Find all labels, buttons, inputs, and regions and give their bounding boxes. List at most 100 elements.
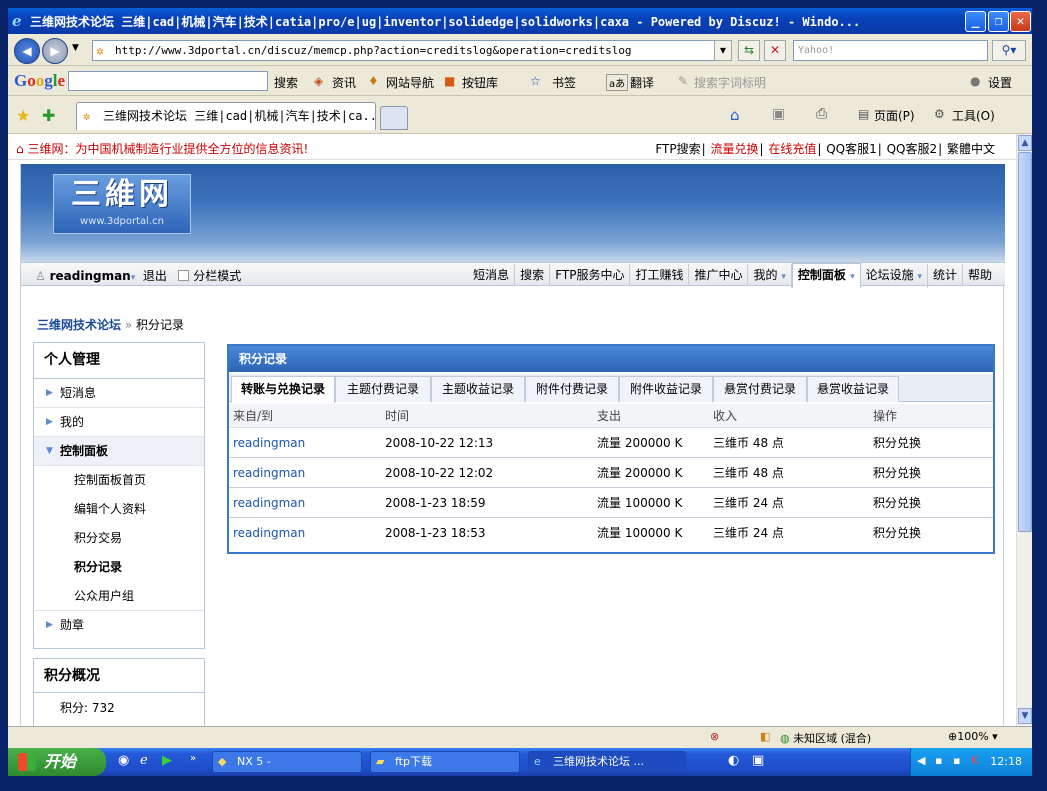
- menu-earn-money[interactable]: 打工赚钱: [630, 264, 690, 286]
- sidebar-sub-public-groups[interactable]: 公众用户组: [34, 582, 204, 611]
- site-banner: 三維网 www.3dportal.cn: [21, 164, 1005, 262]
- google-search-button[interactable]: 搜索: [274, 74, 298, 91]
- traffic-exchange-link[interactable]: 流量兑换: [710, 142, 758, 156]
- row-user-link[interactable]: readingman: [233, 458, 305, 488]
- add-favorites-icon[interactable]: ✚: [42, 106, 55, 125]
- online-recharge-link[interactable]: 在线充值: [768, 142, 816, 156]
- menu-stats[interactable]: 统计: [928, 264, 963, 286]
- row-op: 积分兑换: [873, 436, 922, 450]
- button-gallery-button[interactable]: 按钮库: [462, 74, 498, 91]
- tab-topic-income[interactable]: 主题收益记录: [431, 376, 525, 402]
- qq-service1-link[interactable]: QQ客服1: [826, 142, 877, 156]
- sidebar-sub-home[interactable]: 控制面板首页: [34, 466, 204, 495]
- news-button[interactable]: 资讯: [332, 74, 356, 91]
- new-tab-button[interactable]: [380, 106, 408, 130]
- site-top-bar: ⌂ 三维网：为中国机械制造行业提供全方位的信息资讯! FTP搜索| 流量兑换| …: [8, 134, 1016, 160]
- menu-control-panel[interactable]: 控制面板 ▾: [791, 263, 861, 288]
- start-button[interactable]: 开始: [8, 748, 106, 776]
- search-go-icon[interactable]: ⚲▾: [992, 40, 1026, 61]
- user-dropdown-icon[interactable]: ▾: [131, 273, 136, 283]
- back-button[interactable]: ◀: [14, 38, 40, 64]
- menu-messages[interactable]: 短消息: [468, 264, 516, 286]
- zoom-level[interactable]: ⊕100% ▾: [948, 730, 998, 743]
- scroll-thumb[interactable]: [1018, 152, 1032, 532]
- favorites-star-icon[interactable]: ★: [16, 106, 30, 125]
- tab-topic-pay[interactable]: 主题付费记录: [335, 376, 431, 402]
- sidebar-sub-edit-profile[interactable]: 编辑个人资料: [34, 495, 204, 524]
- clock[interactable]: 12:18: [990, 755, 1022, 768]
- google-search-input[interactable]: [68, 71, 268, 91]
- tray-help-icon[interactable]: ▣: [752, 753, 764, 768]
- vertical-scrollbar[interactable]: ▲ ▼: [1016, 134, 1032, 726]
- quicklaunch-app-icon[interactable]: ◉: [118, 753, 129, 768]
- site-nav-button[interactable]: 网站导航: [386, 74, 434, 91]
- tools-menu[interactable]: 工具(O): [952, 107, 995, 124]
- sidebar-item-mine[interactable]: ▶ 我的: [34, 408, 204, 437]
- menu-facilities[interactable]: 论坛设施 ▾: [861, 264, 928, 288]
- row-user-link[interactable]: readingman: [233, 428, 305, 458]
- close-button[interactable]: ✕: [1010, 11, 1031, 32]
- tray-antivirus-icon[interactable]: K: [971, 754, 978, 767]
- sidebar-sub-credit-log[interactable]: 积分记录: [34, 553, 204, 582]
- sidebar-item-control-panel[interactable]: ▼ 控制面板: [34, 437, 204, 466]
- scroll-up-icon[interactable]: ▲: [1018, 135, 1032, 151]
- title-bar[interactable]: e 三维网技术论坛 三维|cad|机械|汽车|技术|catia|pro/e|ug…: [8, 8, 1032, 34]
- refresh-icon[interactable]: ⇆: [738, 40, 760, 61]
- feeds-icon[interactable]: ▣: [772, 106, 785, 122]
- page-menu[interactable]: 页面(P): [874, 107, 915, 124]
- row-user-link[interactable]: readingman: [233, 518, 305, 548]
- stop-icon[interactable]: ✕: [764, 40, 786, 61]
- menu-search[interactable]: 搜索: [515, 264, 551, 286]
- highlight-button[interactable]: 搜索字词标明: [694, 74, 766, 91]
- logout-link[interactable]: 退出: [143, 269, 167, 283]
- taskbar-nx[interactable]: ◆ NX 5 -: [212, 751, 362, 773]
- status-bar: ⊗ ◧ ◍ 未知区域 (混合) ⊕100% ▾: [8, 726, 1032, 748]
- split-mode-checkbox[interactable]: [178, 270, 190, 281]
- tray-arrow-icon[interactable]: ◀: [917, 754, 925, 767]
- translate-button[interactable]: 翻译: [630, 74, 654, 91]
- search-input[interactable]: Yahoo!: [793, 40, 988, 61]
- home-icon[interactable]: ⌂: [730, 106, 740, 124]
- sidebar-item-medals[interactable]: ▶ 勋章: [34, 611, 204, 640]
- taskbar-forum[interactable]: e 三维网技术论坛 ...: [528, 751, 686, 773]
- breadcrumb-home[interactable]: 三维网技术论坛: [37, 318, 121, 332]
- tray-network-icon[interactable]: ▪: [935, 754, 942, 767]
- address-bar[interactable]: ✲ http://www.3dportal.cn/discuz/memcp.ph…: [92, 40, 732, 61]
- popup-blocked-icon[interactable]: ⊗: [710, 730, 719, 743]
- menu-promotion[interactable]: 推广中心: [689, 264, 749, 286]
- settings-button[interactable]: 设置: [988, 74, 1012, 91]
- tab-reward-pay[interactable]: 悬赏付费记录: [713, 376, 807, 402]
- qq-service2-link[interactable]: QQ客服2: [887, 142, 938, 156]
- taskbar-ftp[interactable]: ▰ ftp下载: [370, 751, 520, 773]
- site-logo[interactable]: 三維网 www.3dportal.cn: [53, 174, 191, 234]
- minimize-button[interactable]: _: [965, 11, 986, 32]
- print-icon[interactable]: ⎙: [816, 106, 827, 122]
- address-dropdown-icon[interactable]: ▾: [714, 40, 732, 61]
- maximize-button[interactable]: ❐: [988, 11, 1009, 32]
- quicklaunch-ie-icon[interactable]: e: [140, 753, 148, 768]
- username-link[interactable]: readingman: [50, 269, 131, 283]
- quicklaunch-media-icon[interactable]: ▶: [162, 753, 172, 768]
- tab-forum[interactable]: ✲ 三维网技术论坛 三维|cad|机械|汽车|技术|ca...: [76, 102, 376, 130]
- quicklaunch-more-icon[interactable]: »: [190, 753, 196, 764]
- sidebar-sub-credit-trade[interactable]: 积分交易: [34, 524, 204, 553]
- tab-reward-income[interactable]: 悬赏收益记录: [807, 376, 899, 402]
- tray-app-icon[interactable]: ◐: [728, 753, 739, 768]
- security-zone[interactable]: ◍ 未知区域 (混合): [780, 730, 871, 746]
- forward-button[interactable]: ▶: [42, 38, 68, 64]
- scroll-down-icon[interactable]: ▼: [1018, 708, 1032, 724]
- traditional-chinese-link[interactable]: 繁體中文: [947, 142, 995, 156]
- ftp-search-link[interactable]: FTP搜索: [655, 142, 700, 156]
- sidebar-item-messages[interactable]: ▶ 短消息: [34, 379, 204, 408]
- tab-attach-income[interactable]: 附件收益记录: [619, 376, 713, 402]
- menu-mine[interactable]: 我的 ▾: [748, 264, 792, 288]
- bookmarks-button[interactable]: 书签: [552, 74, 576, 91]
- tab-attach-pay[interactable]: 附件付费记录: [525, 376, 619, 402]
- tray-volume-icon[interactable]: ▪: [953, 754, 960, 767]
- tab-transfer-exchange[interactable]: 转账与兑换记录: [231, 376, 335, 403]
- menu-help[interactable]: 帮助: [963, 264, 997, 286]
- logo-text: 三維网: [71, 177, 173, 212]
- history-dropdown-icon[interactable]: ▼: [72, 43, 79, 53]
- row-user-link[interactable]: readingman: [233, 488, 305, 518]
- menu-ftp-center[interactable]: FTP服务中心: [550, 264, 631, 286]
